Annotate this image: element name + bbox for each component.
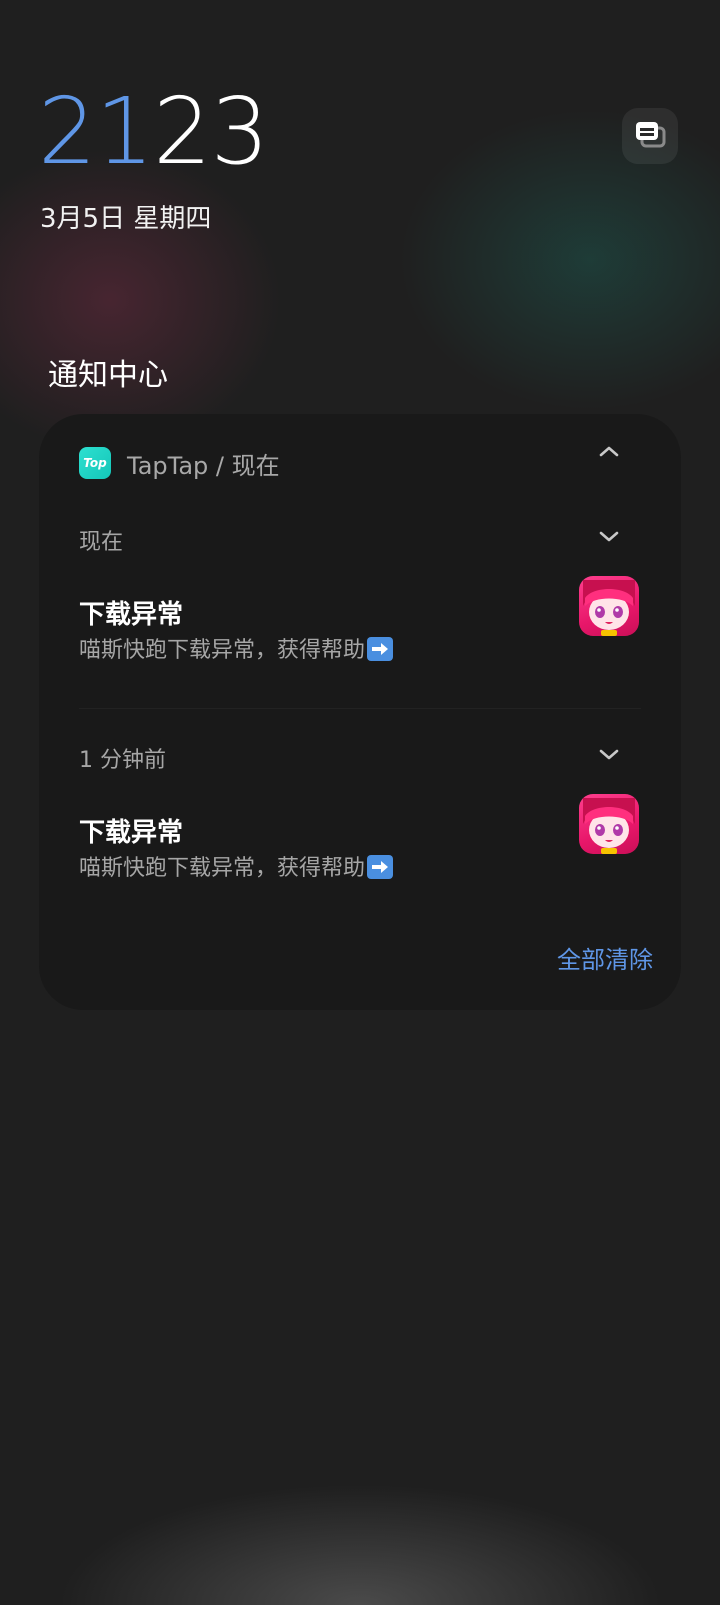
app-group-header[interactable]: Top TapTap / 现在 — [79, 446, 280, 480]
chevron-down-icon[interactable] — [595, 740, 623, 768]
clock: 2123 — [38, 86, 269, 178]
notification-body-text: 喵斯快跑下载异常，获得帮助 — [79, 638, 366, 663]
muse-dash-game-icon — [579, 576, 639, 636]
stacked-cards-icon — [636, 122, 666, 148]
chevron-up-icon[interactable] — [595, 438, 623, 466]
clock-hours: 21 — [38, 78, 154, 185]
notification-center-title: 通知中心 — [48, 358, 168, 393]
muse-dash-game-icon — [579, 794, 639, 854]
notification-group-card[interactable]: Top TapTap / 现在 现在 下载异常 喵斯快跑下载异常，获得帮助 1 … — [39, 414, 681, 1010]
notification-body[interactable]: 喵斯快跑下载异常，获得帮助 — [79, 632, 394, 664]
clear-all-button[interactable]: 全部清除 — [557, 940, 653, 975]
notification-layout-toggle-button[interactable] — [622, 108, 678, 164]
right-arrow-emoji-icon — [367, 637, 394, 661]
notification-time: 1 分钟前 — [79, 748, 166, 773]
app-group-header-label: TapTap / 现在 — [127, 451, 280, 480]
date: 3月5日 星期四 — [40, 204, 212, 234]
chevron-down-icon[interactable] — [595, 522, 623, 550]
clock-minutes: 23 — [153, 78, 269, 185]
right-arrow-emoji-icon — [367, 855, 394, 879]
notification-time: 现在 — [79, 530, 124, 555]
notification-divider — [79, 708, 641, 709]
app-icon-text: Top — [83, 456, 107, 470]
notification-title[interactable]: 下载异常 — [79, 812, 183, 849]
taptap-app-icon: Top — [79, 447, 111, 479]
notification-body[interactable]: 喵斯快跑下载异常，获得帮助 — [79, 850, 394, 882]
lockscreen: 2123 3月5日 星期四 通知中心 Top TapTap / 现在 现在 下载… — [0, 0, 720, 1605]
notification-title[interactable]: 下载异常 — [79, 594, 183, 631]
notification-body-text: 喵斯快跑下载异常，获得帮助 — [79, 856, 366, 881]
